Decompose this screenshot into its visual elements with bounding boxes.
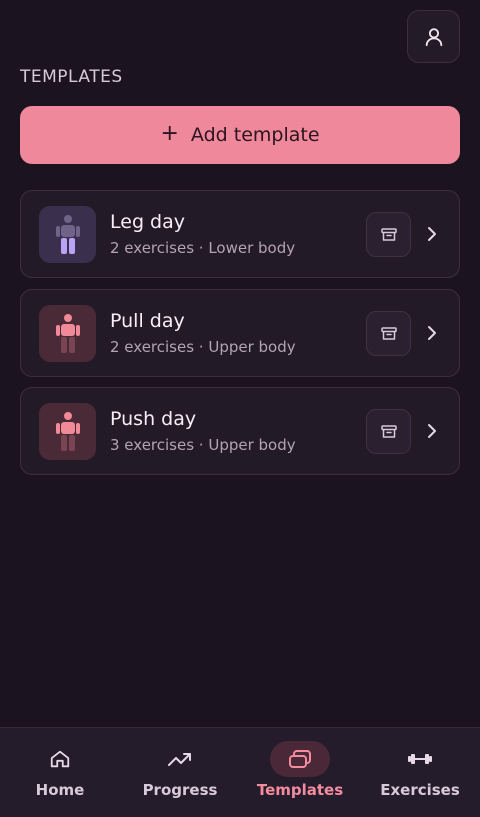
archive-icon bbox=[380, 326, 397, 340]
lower-body-figure-icon bbox=[39, 206, 96, 263]
user-icon bbox=[425, 27, 442, 46]
template-card-pull-day[interactable]: Pull day 2 exercises · Upper body bbox=[20, 289, 460, 377]
nav-label: Progress bbox=[142, 781, 218, 799]
dumbbell-icon bbox=[408, 754, 432, 764]
archive-button[interactable] bbox=[366, 212, 411, 257]
nav-label: Exercises bbox=[380, 781, 460, 799]
archive-button[interactable] bbox=[366, 311, 411, 356]
template-meta: 3 exercises · Upper body bbox=[110, 436, 296, 454]
templates-icon bbox=[289, 750, 311, 768]
template-card-push-day[interactable]: Push day 3 exercises · Upper body bbox=[20, 387, 460, 475]
nav-item-progress[interactable]: Progress bbox=[120, 728, 240, 817]
chevron-right-icon[interactable] bbox=[424, 323, 440, 343]
template-name: Push day bbox=[110, 408, 197, 430]
upper-body-figure-icon bbox=[39, 403, 96, 460]
nav-label: Home bbox=[35, 781, 85, 799]
section-title: TEMPLATES bbox=[20, 67, 123, 87]
nav-label: Templates bbox=[256, 781, 344, 799]
nav-item-home[interactable]: Home bbox=[0, 728, 120, 817]
profile-button[interactable] bbox=[407, 10, 460, 63]
archive-icon bbox=[380, 227, 397, 241]
chevron-right-icon[interactable] bbox=[424, 224, 440, 244]
plus-icon: + bbox=[160, 121, 179, 146]
bottom-navigation: Home Progress Templates Exercises bbox=[0, 727, 480, 817]
template-name: Leg day bbox=[110, 211, 185, 233]
add-template-button[interactable]: + Add template bbox=[20, 106, 460, 164]
template-card-leg-day[interactable]: Leg day 2 exercises · Lower body bbox=[20, 190, 460, 278]
trending-up-icon bbox=[168, 753, 191, 766]
home-icon bbox=[50, 750, 70, 768]
template-meta: 2 exercises · Upper body bbox=[110, 338, 296, 356]
template-meta: 2 exercises · Lower body bbox=[110, 239, 296, 257]
archive-button[interactable] bbox=[366, 409, 411, 454]
app-screen: TEMPLATES + Add template Leg day 2 exerc… bbox=[0, 0, 480, 817]
template-name: Pull day bbox=[110, 310, 185, 332]
add-template-label: Add template bbox=[190, 124, 320, 146]
archive-icon bbox=[380, 424, 397, 438]
upper-body-figure-icon bbox=[39, 305, 96, 362]
chevron-right-icon[interactable] bbox=[424, 421, 440, 441]
nav-item-templates[interactable]: Templates bbox=[240, 728, 360, 817]
nav-item-exercises[interactable]: Exercises bbox=[360, 728, 480, 817]
